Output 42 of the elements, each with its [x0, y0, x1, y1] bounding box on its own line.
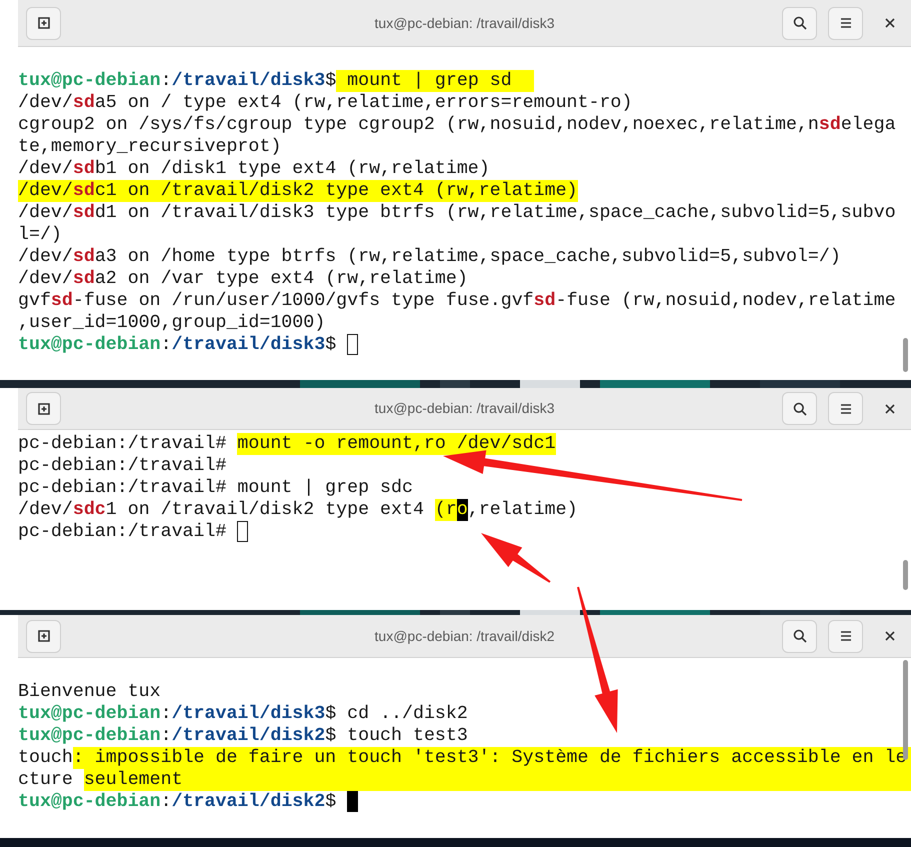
- menu-button[interactable]: [828, 620, 863, 652]
- terminal-line: /dev/sdc1 on /travail/disk2 type ext4 (rw,relatime): [18, 180, 579, 202]
- terminal-line: tux@pc-debian:/travail/disk2$: [18, 791, 911, 813]
- search-icon: [792, 628, 808, 644]
- terminal-line: gvfsd-fuse on /run/user/1000/gvfs type fuse.gvfsd-fuse (rw,nosuid,nodev,relatime: [18, 290, 897, 312]
- scrollbar-thumb[interactable]: [903, 338, 908, 372]
- search-button[interactable]: [782, 392, 817, 425]
- menu-button[interactable]: [828, 6, 863, 40]
- terminal-line: /dev/sda3 on /home type btrfs (rw,relatime,space_cache,subvolid=5,subvol=/): [18, 246, 842, 268]
- terminal-line: tux@pc-debian:/travail/disk3$ mount | grep sd: [18, 70, 911, 92]
- search-button[interactable]: [782, 6, 817, 40]
- terminal-line: pc-debian:/travail#: [18, 521, 911, 543]
- terminal-line: Bienvenue tux: [18, 681, 162, 703]
- terminal-line: pc-debian:/travail# mount -o remount,ro /dev/sdc1: [18, 433, 557, 455]
- terminal-line: /dev/sdb1 on /disk1 type ext4 (rw,relatime): [18, 158, 491, 180]
- new-tab-button[interactable]: [26, 620, 61, 652]
- search-icon: [792, 400, 808, 416]
- terminal-line: pc-debian:/travail#: [18, 455, 228, 477]
- menu-button[interactable]: [828, 392, 863, 425]
- terminal-line: ,user_id=1000,group_id=1000): [18, 312, 326, 334]
- scrollbar-thumb[interactable]: [903, 660, 908, 760]
- terminal-line: cgroup2 on /sys/fs/cgroup type cgroup2 (rw,nosuid,nodev,noexec,relatime,nsdelega: [18, 114, 897, 136]
- terminal-line: te,memory_recursiveprot): [18, 136, 282, 158]
- terminal-line: tux@pc-debian:/travail/disk3$ cd ../disk2: [18, 703, 469, 725]
- window-title: tux@pc-debian: /travail/disk3: [374, 399, 556, 418]
- search-icon: [792, 15, 808, 31]
- terminal-line: /dev/sdc1 on /travail/disk2 type ext4 (ro,relatime): [18, 499, 579, 521]
- new-tab-button[interactable]: [26, 6, 61, 40]
- terminal-line: pc-debian:/travail# mount | grep sdc: [18, 477, 414, 499]
- terminal-line: cture seulement: [18, 769, 911, 791]
- scrollbar-thumb[interactable]: [903, 560, 908, 590]
- arrow: [481, 533, 551, 583]
- terminal-line: tux@pc-debian:/travail/disk2$ touch test3: [18, 725, 469, 747]
- window-title: tux@pc-debian: /travail/disk3: [374, 14, 556, 33]
- terminal-line: tux@pc-debian:/travail/disk3$: [18, 334, 911, 356]
- terminal-line: l=/): [18, 224, 63, 246]
- terminal-line: /dev/sda5 on / type ext4 (rw,relatime,errors=remount-ro): [18, 92, 634, 114]
- new-tab-button[interactable]: [26, 392, 61, 425]
- terminal-line: /dev/sda2 on /var type ext4 (rw,relatime): [18, 268, 469, 290]
- window-title: tux@pc-debian: /travail/disk2: [374, 626, 556, 646]
- search-button[interactable]: [782, 620, 817, 652]
- terminal-line: /dev/sdd1 on /travail/disk3 type btrfs (rw,relatime,space_cache,subvolid=5,subvo: [18, 202, 897, 224]
